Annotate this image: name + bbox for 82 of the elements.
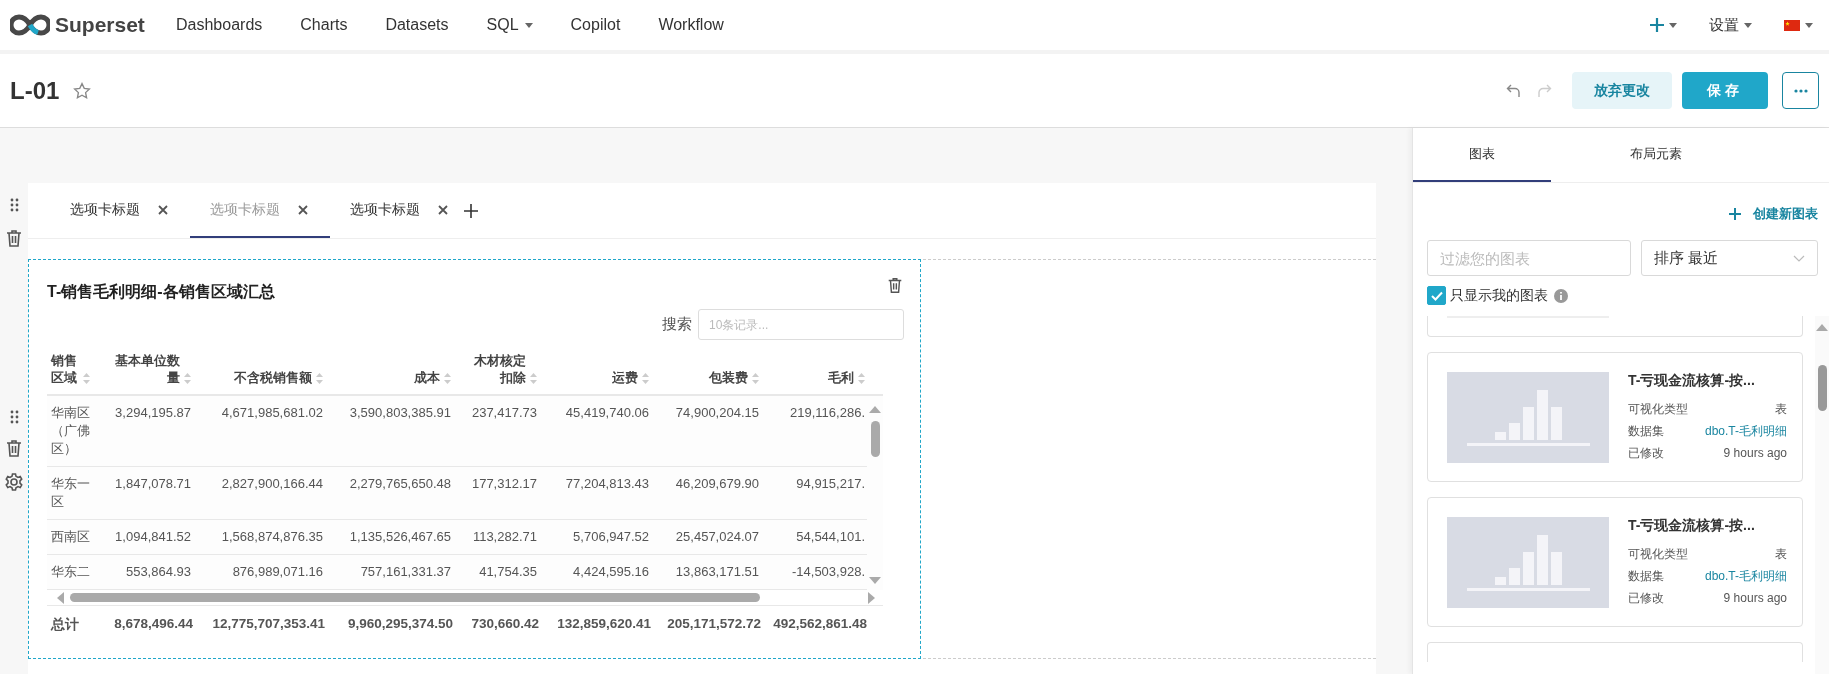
drag-handle-icon[interactable] — [9, 198, 19, 212]
settings-menu[interactable]: 设置 — [1703, 11, 1758, 39]
info-icon[interactable] — [1554, 288, 1568, 303]
caret-icon — [1669, 22, 1677, 28]
plus-icon — [1729, 208, 1741, 220]
sort-icon — [642, 373, 649, 384]
discard-button[interactable]: 放弃更改 — [1572, 72, 1672, 109]
panel-tab[interactable]: 图表 — [1413, 128, 1551, 182]
star-icon[interactable] — [73, 81, 92, 100]
total-cell-text: 总计 — [49, 616, 80, 634]
caret-icon — [1744, 22, 1752, 28]
settings-icon[interactable] — [4, 472, 24, 492]
flag-icon — [1784, 19, 1800, 31]
sort-icon — [316, 373, 323, 384]
plus-icon[interactable] — [464, 203, 478, 218]
close-icon[interactable] — [158, 204, 168, 215]
panel-tab[interactable]: 布局元素 — [1551, 128, 1761, 182]
chart-title: T-销售毛利明细-各销售区域汇总 — [47, 282, 275, 302]
check-icon — [1430, 290, 1443, 301]
dashboard-title[interactable]: L-01 — [10, 76, 60, 105]
total-cell-text: 8,678,496.44 — [113, 615, 193, 633]
total-cell-text: 492,562,861.48 — [772, 615, 867, 633]
meta-value: 表 — [1775, 546, 1787, 563]
close-icon[interactable] — [438, 204, 448, 215]
checkbox-label[interactable]: 只显示我的图表 — [1450, 286, 1548, 305]
total-cell-text: 9,960,295,374.50 — [346, 615, 453, 633]
nav-link[interactable]: Charts — [300, 16, 348, 34]
tab-title[interactable]: 选项卡标题 — [350, 200, 420, 219]
nav-link[interactable]: Copilot — [570, 16, 621, 34]
sort-icon — [83, 373, 90, 384]
sort-icon — [530, 373, 537, 384]
list-scrollbar[interactable] — [1815, 316, 1829, 674]
nav-link[interactable]: Datasets — [385, 16, 449, 34]
total-cell-text: 132,859,620.41 — [556, 615, 651, 633]
checkbox[interactable] — [1427, 286, 1446, 305]
search-field[interactable]: 10条记录... — [698, 309, 904, 340]
drag-handle-icon[interactable] — [9, 410, 19, 424]
meta-label: 数据集 — [1628, 568, 1664, 585]
total-cell-text: 12,775,707,353.41 — [211, 615, 325, 633]
caret-icon — [1805, 22, 1813, 28]
search-label: 搜索 — [662, 315, 692, 334]
filter-field[interactable]: 过滤您的图表 — [1427, 240, 1631, 276]
more-button[interactable] — [1782, 72, 1819, 109]
meta-label: 已修改 — [1628, 445, 1664, 462]
plus-icon — [1650, 18, 1664, 32]
chart-card[interactable]: T-亏现金流核算-按... 可视化类型 表 数据集 dbo.T-毛利明细 已修改 9 hours ago — [1427, 352, 1803, 482]
create-chart-link[interactable]: 创建新图表 — [1729, 205, 1818, 223]
meta-value: 表 — [1775, 401, 1787, 418]
brand-name[interactable]: Superset — [55, 13, 145, 37]
nav-link[interactable]: SQL — [486, 16, 533, 34]
dataset-link[interactable]: dbo.T-毛利明细 — [1704, 565, 1787, 587]
card-title: T-亏现金流核算-按... — [1628, 372, 1756, 390]
sort-icon — [858, 373, 865, 384]
logo-icon[interactable] — [10, 14, 50, 36]
sort-icon — [444, 373, 451, 384]
sort-icon — [184, 373, 191, 384]
trash-icon[interactable] — [886, 276, 904, 294]
meta-value: 9 hours ago — [1723, 590, 1787, 607]
nav-link[interactable]: Dashboards — [176, 16, 263, 34]
meta-value: 9 hours ago — [1723, 445, 1787, 462]
horizontal-scrollbar[interactable] — [47, 590, 883, 606]
meta-label: 可视化类型 — [1628, 546, 1688, 563]
tab-title[interactable]: 选项卡标题 — [70, 200, 140, 219]
meta-label: 可视化类型 — [1628, 401, 1688, 418]
nav-link[interactable]: Workflow — [658, 16, 724, 34]
dataset-link[interactable]: dbo.T-毛利明细 — [1704, 420, 1787, 442]
chart-card[interactable]: T-亏现金流核算-按... 可视化类型 表 数据集 dbo.T-毛利明细 已修改 9 hours ago — [1427, 497, 1803, 627]
dashboard-tab[interactable]: 选项卡标题 — [330, 183, 470, 238]
total-cell-text: 730,660.42 — [470, 615, 539, 633]
chevron-down-icon — [1793, 254, 1805, 262]
close-icon[interactable] — [298, 204, 308, 215]
sort-select[interactable]: 排序 最近 — [1641, 240, 1818, 276]
meta-label: 数据集 — [1628, 423, 1664, 440]
more-icon — [1793, 88, 1808, 93]
total-cell-text: 205,171,572.72 — [666, 615, 761, 633]
sort-icon — [752, 373, 759, 384]
dashboard-tab[interactable]: 选项卡标题 — [50, 183, 190, 238]
card-title: T-亏现金流核算-按... — [1628, 517, 1756, 535]
trash-icon[interactable] — [4, 438, 24, 458]
meta-label: 已修改 — [1628, 590, 1664, 607]
undo-icon[interactable] — [1506, 82, 1522, 99]
trash-icon[interactable] — [4, 228, 24, 248]
